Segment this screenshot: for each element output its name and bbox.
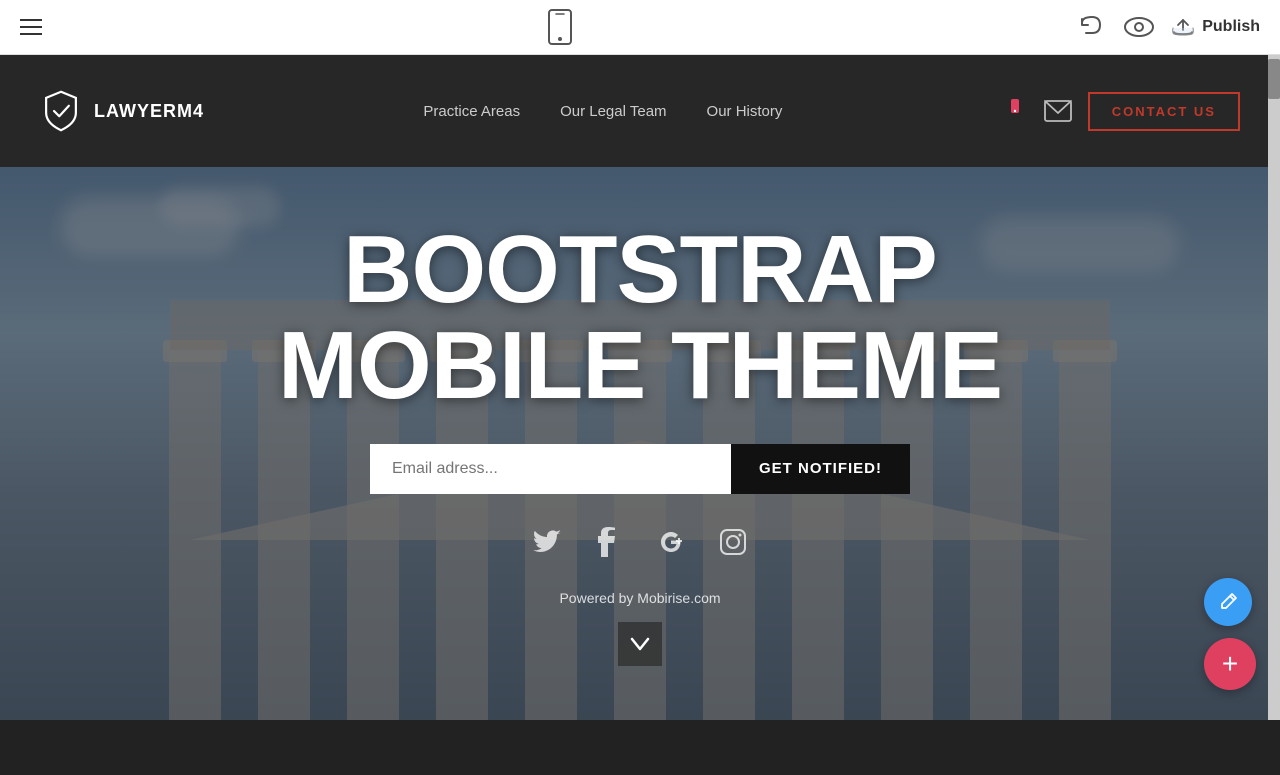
navbar-brand: LAWYERM4: [40, 90, 204, 132]
twitter-icon[interactable]: [531, 526, 563, 566]
publish-button[interactable]: Publish: [1172, 18, 1260, 36]
editor-bar: Publish: [0, 0, 1280, 55]
get-notified-button[interactable]: GET NOTIFIED!: [731, 444, 910, 494]
pencil-icon: [1218, 592, 1238, 612]
hero-title-line2: MOBILE THEME: [278, 312, 1002, 419]
hero-form: GET NOTIFIED!: [370, 444, 910, 494]
navbar: LAWYERM4 Practice Areas Our Legal Team O…: [0, 55, 1280, 167]
editor-bar-right: Publish: [1078, 15, 1260, 39]
hamburger-menu[interactable]: [20, 19, 42, 35]
scrollbar-track[interactable]: [1268, 55, 1280, 720]
hero-section: BOOTSTRAP MOBILE THEME GET NOTIFIED!: [0, 167, 1280, 720]
contact-us-button[interactable]: CONTACT US: [1088, 92, 1240, 131]
email-input[interactable]: [370, 444, 731, 494]
hero-content: BOOTSTRAP MOBILE THEME GET NOTIFIED!: [0, 222, 1280, 666]
instagram-icon[interactable]: [717, 526, 749, 566]
website-content: LAWYERM4 Practice Areas Our Legal Team O…: [0, 55, 1280, 720]
nav-practice-areas[interactable]: Practice Areas: [423, 103, 520, 120]
publish-label: Publish: [1202, 18, 1260, 36]
preview-icon[interactable]: [1124, 16, 1154, 38]
nav-phone-icon[interactable]: [1002, 98, 1028, 124]
plus-icon: +: [1222, 650, 1238, 678]
scroll-down-button[interactable]: [618, 622, 662, 666]
brand-logo-icon: [40, 90, 82, 132]
fab-edit-button[interactable]: [1204, 578, 1252, 626]
nav-email-icon[interactable]: [1044, 100, 1072, 122]
nav-legal-team[interactable]: Our Legal Team: [560, 103, 666, 120]
undo-icon[interactable]: [1078, 15, 1106, 39]
chevron-down-icon: [630, 637, 650, 651]
powered-by-text: Powered by Mobirise.com: [559, 590, 720, 606]
hero-social-links: [531, 526, 749, 566]
nav-our-history[interactable]: Our History: [707, 103, 783, 120]
brand-name: LAWYERM4: [94, 101, 204, 122]
mobile-preview-icon[interactable]: [547, 9, 573, 45]
editor-bar-center: [547, 9, 573, 45]
fab-container: +: [1204, 578, 1256, 690]
editor-bar-left: [20, 19, 42, 35]
scrollbar-thumb[interactable]: [1268, 59, 1280, 99]
google-plus-icon[interactable]: [655, 526, 687, 566]
navbar-links: Practice Areas Our Legal Team Our Histor…: [423, 103, 782, 120]
hero-title-line1: BOOTSTRAP: [343, 216, 937, 323]
navbar-actions: CONTACT US: [1002, 92, 1240, 131]
fab-add-button[interactable]: +: [1204, 638, 1256, 690]
facebook-icon[interactable]: [593, 526, 625, 566]
hero-title: BOOTSTRAP MOBILE THEME: [278, 222, 1002, 414]
